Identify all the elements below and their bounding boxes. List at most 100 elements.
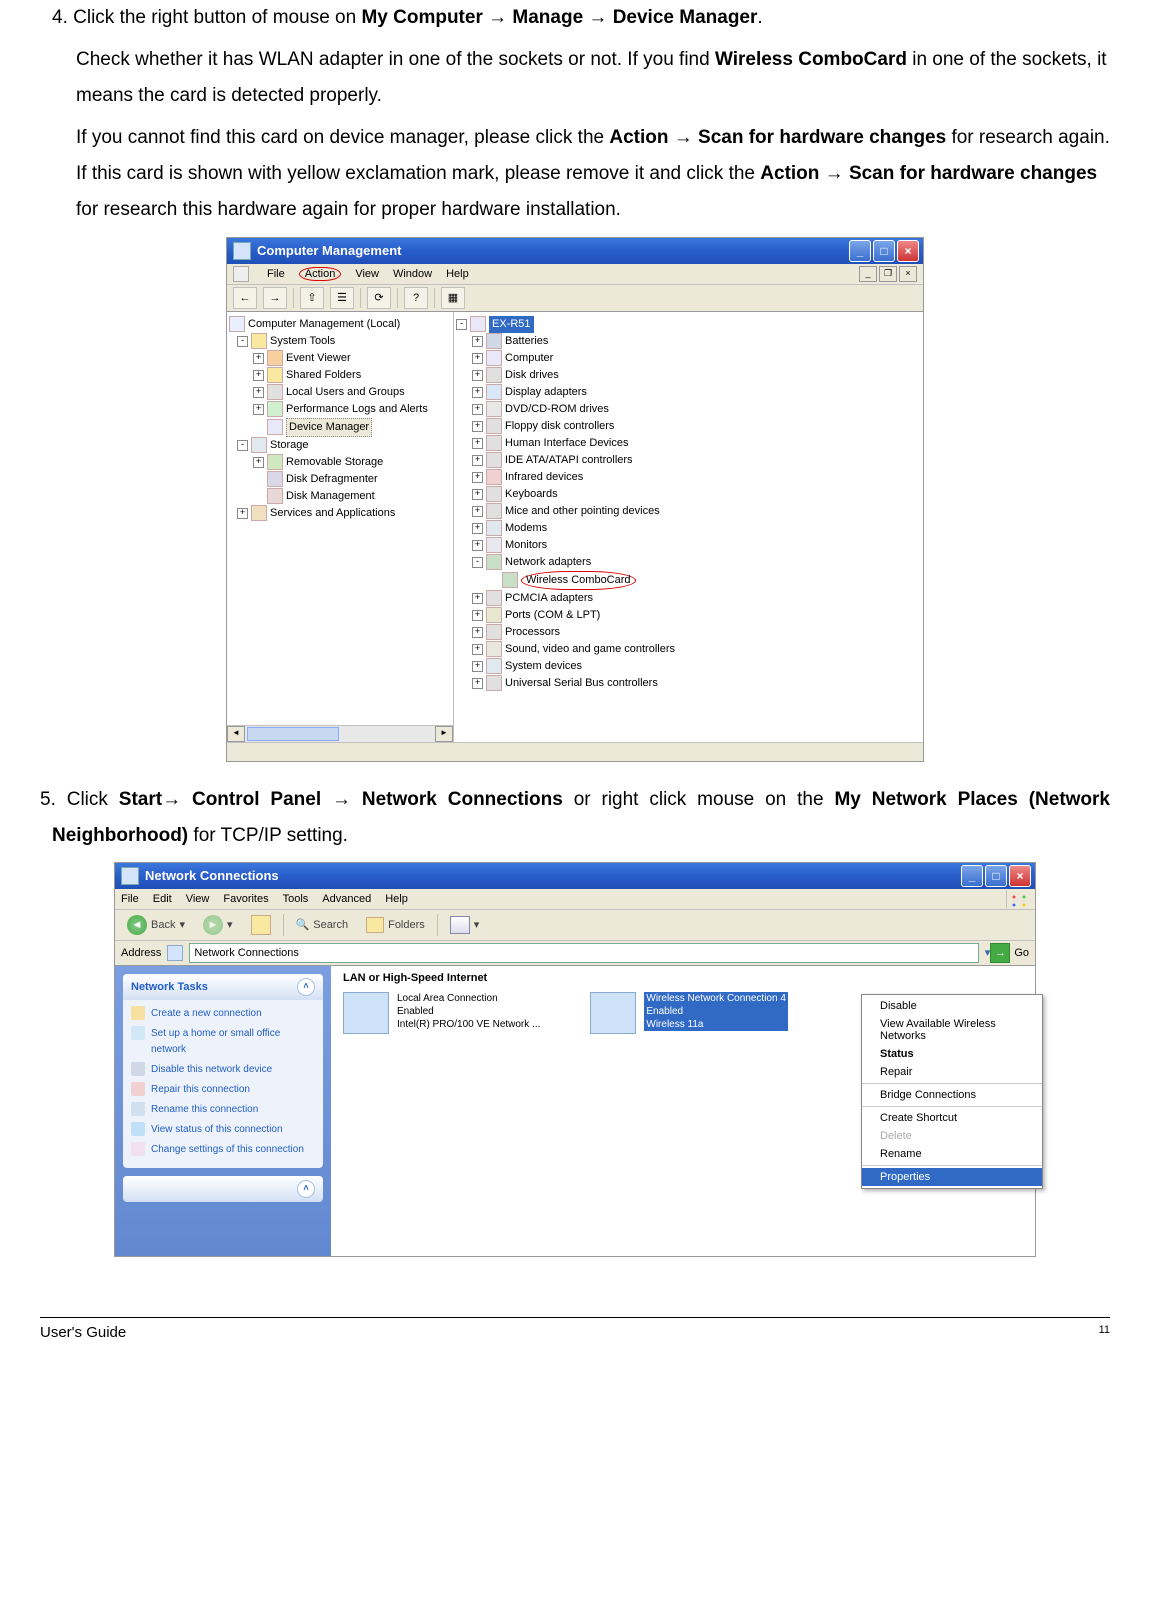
folders-button2[interactable]: Folders (360, 913, 431, 937)
ctx-bridge[interactable]: Bridge Connections (862, 1086, 1042, 1104)
tree-localusers[interactable]: +Local Users and Groups (229, 384, 451, 401)
task-change[interactable]: Change settings of this connection (131, 1142, 315, 1158)
chevron-up-icon2[interactable]: ˄ (297, 1180, 315, 1198)
close-button2[interactable]: × (1009, 865, 1031, 887)
ctx-repair[interactable]: Repair (862, 1063, 1042, 1081)
ctx-view[interactable]: View Available Wireless Networks (862, 1015, 1042, 1045)
back-button2[interactable]: ◄Back ▾ (121, 913, 191, 937)
tree-devmgr[interactable]: Device Manager (229, 418, 451, 437)
task-create[interactable]: Create a new connection (131, 1006, 315, 1022)
connection-wireless[interactable]: Wireless Network Connection 4 Enabled Wi… (590, 992, 788, 1034)
dev-floppy[interactable]: +Floppy disk controllers (456, 418, 921, 435)
panel-head[interactable]: Network Tasks˄ (123, 974, 323, 1000)
connection-lan[interactable]: Local Area Connection Enabled Intel(R) P… (343, 992, 540, 1034)
dev-sound[interactable]: +Sound, video and game controllers (456, 641, 921, 658)
dev-computer[interactable]: +Computer (456, 350, 921, 367)
context-menu: Disable View Available Wireless Networks… (861, 994, 1043, 1189)
dev-processors[interactable]: +Processors (456, 624, 921, 641)
tree-perflogs[interactable]: +Performance Logs and Alerts (229, 401, 451, 418)
fwd-button2[interactable]: ► ▾ (197, 913, 239, 937)
fwd-button[interactable]: → (263, 287, 287, 309)
mdi-restore[interactable]: ❐ (879, 266, 897, 282)
menu-view[interactable]: View (355, 268, 379, 280)
views-button2[interactable]: ▾ (444, 913, 486, 937)
minimize-button[interactable]: _ (849, 240, 871, 262)
dev-ports[interactable]: +Ports (COM & LPT) (456, 607, 921, 624)
menu-action-circled[interactable]: Action (299, 267, 342, 281)
help-button[interactable]: ? (404, 287, 428, 309)
right-tree-pane: -EX-R51 +Batteries +Computer +Disk drive… (454, 312, 923, 742)
dev-sysdev[interactable]: +System devices (456, 658, 921, 675)
menu-edit2[interactable]: Edit (153, 893, 172, 905)
tree-storage[interactable]: -Storage (229, 437, 451, 454)
up-button2[interactable] (245, 913, 277, 937)
dev-ide[interactable]: +IDE ATA/ATAPI controllers (456, 452, 921, 469)
left-tree-pane: Computer Management (Local) -System Tool… (227, 312, 454, 742)
menu-favorites2[interactable]: Favorites (223, 893, 268, 905)
hscroll[interactable]: ◄► (227, 725, 453, 742)
up-button[interactable]: ⇧ (300, 287, 324, 309)
dev-modems[interactable]: +Modems (456, 520, 921, 537)
task-repair[interactable]: Repair this connection (131, 1082, 315, 1098)
ctx-properties[interactable]: Properties (862, 1168, 1042, 1186)
menu-tools2[interactable]: Tools (283, 893, 309, 905)
maximize-button[interactable]: □ (873, 240, 895, 262)
tree-diskmgmt[interactable]: Disk Management (229, 488, 451, 505)
refresh-button[interactable]: ⟳ (367, 287, 391, 309)
dev-hid[interactable]: +Human Interface Devices (456, 435, 921, 452)
tree-services[interactable]: +Services and Applications (229, 505, 451, 522)
dev-display[interactable]: +Display adapters (456, 384, 921, 401)
menu-help[interactable]: Help (446, 268, 469, 280)
mdi-close[interactable]: × (899, 266, 917, 282)
minimize-button2[interactable]: _ (961, 865, 983, 887)
search-button2[interactable]: 🔍Search (290, 913, 355, 937)
dev-root[interactable]: -EX-R51 (456, 316, 921, 333)
mdi-minimize[interactable]: _ (859, 266, 877, 282)
mon-button[interactable]: ▦ (441, 287, 465, 309)
tree-removable[interactable]: +Removable Storage (229, 454, 451, 471)
props-button[interactable]: ☰ (330, 287, 354, 309)
address-input[interactable] (189, 943, 978, 963)
titlebar2: Network Connections _ □ × (115, 863, 1035, 889)
footer-page: 11 (1099, 1324, 1110, 1341)
menu-advanced2[interactable]: Advanced (322, 893, 371, 905)
tree-root[interactable]: Computer Management (Local) (229, 316, 451, 333)
dev-monitors[interactable]: +Monitors (456, 537, 921, 554)
chevron-up-icon[interactable]: ˄ (297, 978, 315, 996)
go-button[interactable]: → (990, 943, 1010, 963)
ctx-shortcut[interactable]: Create Shortcut (862, 1109, 1042, 1127)
ctx-disable[interactable]: Disable (862, 997, 1042, 1015)
dev-batteries[interactable]: +Batteries (456, 333, 921, 350)
tree-eventviewer[interactable]: +Event Viewer (229, 350, 451, 367)
address-label: Address (121, 947, 161, 959)
task-setup[interactable]: Set up a home or small office network (131, 1026, 315, 1058)
tree-systools[interactable]: -System Tools (229, 333, 451, 350)
task-status[interactable]: View status of this connection (131, 1122, 315, 1138)
task-disable[interactable]: Disable this network device (131, 1062, 315, 1078)
tree-sharedfolders[interactable]: +Shared Folders (229, 367, 451, 384)
toolbar: ← → ⇧ ☰ ⟳ ? ▦ (227, 285, 923, 312)
ctx-status[interactable]: Status (862, 1045, 1042, 1063)
dev-mice[interactable]: +Mice and other pointing devices (456, 503, 921, 520)
tree-defrag[interactable]: Disk Defragmenter (229, 471, 451, 488)
ctx-rename[interactable]: Rename (862, 1145, 1042, 1163)
maximize-button2[interactable]: □ (985, 865, 1007, 887)
dev-keyboards[interactable]: +Keyboards (456, 486, 921, 503)
dev-infrared[interactable]: +Infrared devices (456, 469, 921, 486)
menu-view2[interactable]: View (186, 893, 210, 905)
menu-window[interactable]: Window (393, 268, 432, 280)
dev-dvd[interactable]: +DVD/CD-ROM drives (456, 401, 921, 418)
dev-usb[interactable]: +Universal Serial Bus controllers (456, 675, 921, 692)
side-panel: Network Tasks˄ Create a new connection S… (115, 966, 331, 1256)
dev-wireless[interactable]: Wireless ComboCard (456, 571, 921, 590)
menu-file2[interactable]: File (121, 893, 139, 905)
menu-help2[interactable]: Help (385, 893, 408, 905)
titlebar: Computer Management _ □ × (227, 238, 923, 264)
close-button[interactable]: × (897, 240, 919, 262)
dev-diskdrives[interactable]: +Disk drives (456, 367, 921, 384)
back-button[interactable]: ← (233, 287, 257, 309)
menu-file[interactable]: File (267, 268, 285, 280)
task-rename[interactable]: Rename this connection (131, 1102, 315, 1118)
dev-pcmcia[interactable]: +PCMCIA adapters (456, 590, 921, 607)
dev-network[interactable]: -Network adapters (456, 554, 921, 571)
